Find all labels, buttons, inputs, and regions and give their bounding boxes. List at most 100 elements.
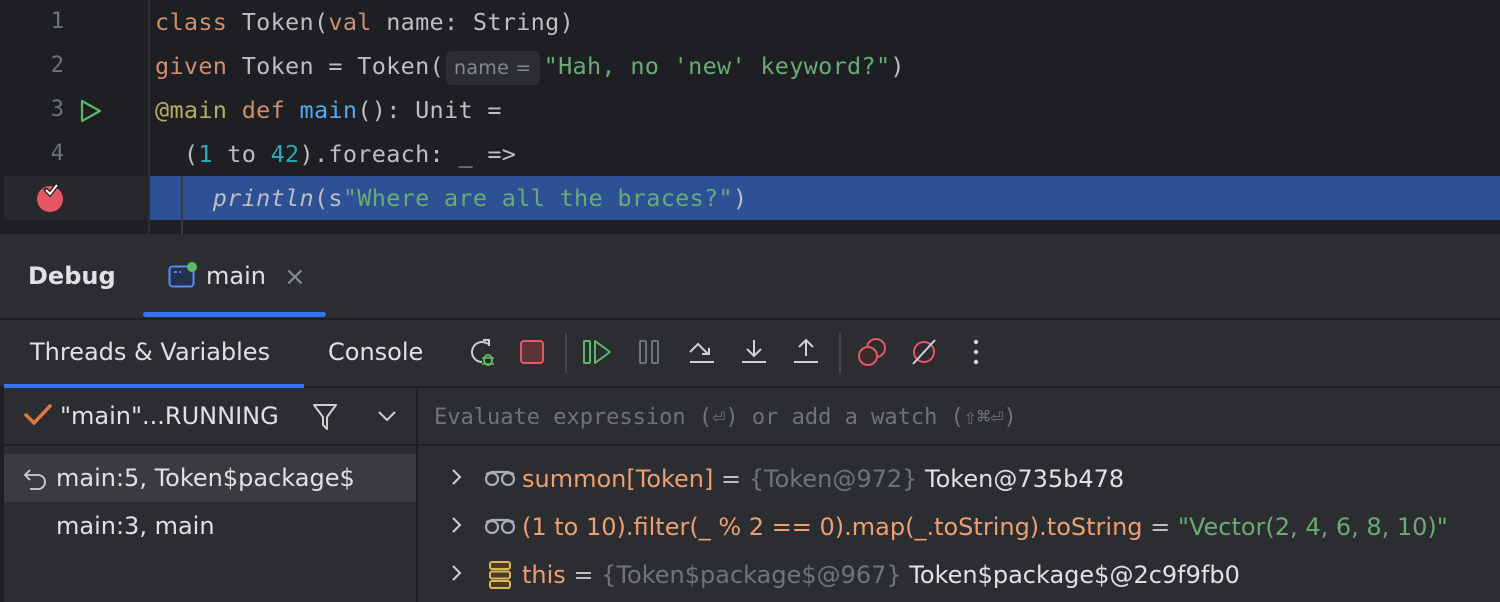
expand-chevron-icon[interactable]: [450, 514, 464, 540]
code-token: def: [241, 96, 286, 124]
return-frame-icon: [22, 467, 48, 495]
thread-label[interactable]: "main"...RUNNING: [60, 402, 279, 430]
variable-value: "Vector(2, 4, 6, 8, 10)": [1177, 513, 1448, 541]
code-text[interactable]: class Token(val name: String): [155, 0, 574, 44]
code-token: 42: [270, 140, 300, 168]
code-line[interactable]: println(s"Where are all the braces?"): [0, 176, 1500, 220]
code-token: name: String): [371, 8, 575, 36]
variable-row[interactable]: (1 to 10).filter(_ % 2 == 0).map(_.toStr…: [440, 504, 1500, 550]
variable-value: Token@735b478: [917, 465, 1125, 493]
code-token: (): Unit =: [357, 96, 502, 124]
code-token: @main: [155, 96, 228, 124]
variable-value: Token$package$@2c9f9fb0: [901, 561, 1240, 589]
code-line[interactable]: 3 @main def main(): Unit =: [0, 88, 1500, 132]
variable-equals: =: [1142, 513, 1178, 541]
frame-item[interactable]: main:3, main: [56, 512, 215, 540]
expand-chevron-icon[interactable]: [450, 562, 464, 588]
step-into-button[interactable]: [736, 334, 772, 370]
code-token: println: [212, 184, 314, 212]
code-token: class: [155, 8, 228, 36]
code-token: ): [890, 52, 905, 80]
variable-equals: =: [713, 465, 749, 493]
breakpoint-icon[interactable]: [36, 182, 66, 217]
variable-text[interactable]: summon[Token] = {Token@972} Token@735b47…: [522, 456, 1124, 502]
code-token: "Where are all the braces?": [342, 184, 733, 212]
mute-breakpoints-icon: [912, 339, 936, 365]
evaluate-expression-input[interactable]: [434, 400, 1484, 434]
variable-name: this: [522, 561, 566, 589]
watch-glasses-icon: [484, 468, 516, 492]
debug-title: Debug: [28, 262, 116, 290]
check-icon: [24, 403, 52, 431]
variable-text[interactable]: (1 to 10).filter(_ % 2 == 0).map(_.toStr…: [522, 504, 1448, 550]
variable-text[interactable]: this = {Token$package$@967} Token$packag…: [522, 552, 1240, 598]
code-text[interactable]: (1 to 42).foreach: _ =>: [155, 132, 516, 176]
code-token: to: [212, 140, 271, 168]
code-text[interactable]: println(s"Where are all the braces?"): [155, 176, 747, 220]
line-number: 3: [50, 97, 64, 122]
code-token: ).foreach: _ =>: [299, 140, 517, 168]
rerun-debug-icon: [471, 339, 494, 366]
code-token: val: [328, 8, 372, 36]
toolbar-separator: [839, 333, 841, 373]
tab-console[interactable]: Console: [328, 338, 423, 366]
pause-button[interactable]: [632, 334, 668, 370]
tab-threads-variables[interactable]: Threads & Variables: [30, 338, 270, 366]
stop-button[interactable]: [514, 334, 550, 370]
line-number: 1: [50, 9, 64, 34]
view-breakpoints-icon: [858, 338, 886, 366]
variable-row[interactable]: this = {Token$package$@967} Token$packag…: [440, 552, 1500, 598]
code-token: Token(: [227, 8, 329, 36]
line-number: 2: [50, 53, 64, 78]
frame-item[interactable]: main:5, Token$package$: [56, 464, 355, 492]
mute-breakpoints-button[interactable]: [906, 334, 942, 370]
view-breakpoints-button[interactable]: [854, 334, 890, 370]
active-tab-indicator: [143, 312, 326, 317]
code-text[interactable]: given Token = Token(name = "Hah, no 'new'…: [155, 44, 905, 88]
variable-name: summon[Token]: [522, 465, 714, 493]
app-window-icon: [168, 262, 198, 294]
code-token: (: [155, 140, 199, 168]
code-line[interactable]: 4 (1 to 42).foreach: _ =>: [0, 132, 1500, 176]
step-out-button[interactable]: [788, 334, 824, 370]
tab-main-label[interactable]: main: [206, 262, 266, 290]
variable-type: {Token$package$@967}: [601, 561, 902, 589]
variable-name: (1 to 10).filter(_ % 2 == 0).map(_.toStr…: [522, 513, 1143, 541]
filter-icon[interactable]: [312, 403, 338, 435]
toolbar-separator: [565, 333, 567, 373]
code-token: main: [299, 96, 358, 124]
close-tab-icon[interactable]: ×: [284, 264, 306, 290]
resume-button[interactable]: [580, 334, 616, 370]
code-editor[interactable]: 1 class Token(val name: String) 2 given …: [0, 0, 1500, 234]
variable-equals: =: [565, 561, 602, 589]
code-line[interactable]: 1 class Token(val name: String): [0, 0, 1500, 44]
chevron-down-icon[interactable]: [376, 408, 398, 428]
code-token: "Hah, no 'new' keyword?": [543, 52, 891, 80]
watch-glasses-icon: [484, 516, 516, 540]
code-token: (s: [313, 184, 343, 212]
rerun-debug-button[interactable]: [464, 334, 500, 370]
field-icon: [488, 560, 512, 594]
expand-chevron-icon[interactable]: [450, 466, 464, 492]
code-token: 1: [198, 140, 213, 168]
code-line[interactable]: 2 given Token = Token(name = "Hah, no 'ne…: [0, 44, 1500, 88]
code-text[interactable]: @main def main(): Unit =: [155, 88, 502, 132]
stop-icon: [520, 340, 544, 364]
code-token: ): [732, 184, 748, 212]
variable-row[interactable]: summon[Token] = {Token@972} Token@735b47…: [440, 456, 1500, 502]
resume-icon: [583, 340, 611, 364]
step-out-icon: [794, 338, 818, 363]
step-over-icon: [689, 342, 714, 363]
step-over-button[interactable]: [684, 334, 720, 370]
run-gutter-icon[interactable]: [78, 98, 104, 128]
more-options-button[interactable]: [958, 334, 994, 370]
more-vertical-icon: [973, 339, 979, 365]
code-token: given: [155, 52, 228, 80]
code-token: Token = Token(: [227, 52, 444, 80]
parameter-name-hint: name =: [445, 50, 540, 85]
variable-type: {Token@972}: [748, 465, 918, 493]
pause-icon: [639, 340, 659, 364]
